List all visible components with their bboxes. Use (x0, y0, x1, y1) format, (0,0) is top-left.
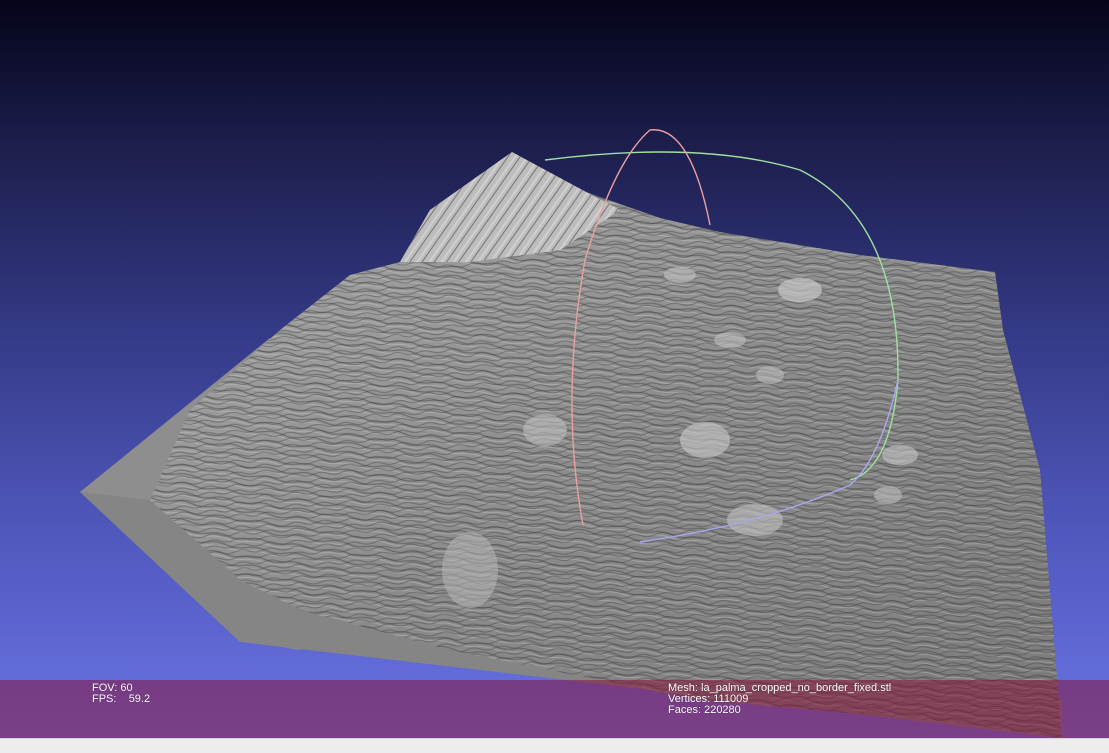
mesh-scene[interactable] (0, 0, 1109, 738)
mesh-stats: Mesh: la_palma_cropped_no_border_fixed.s… (668, 683, 891, 716)
render-stats: FOV: 60 FPS: 59.2 (92, 683, 150, 705)
faces-label: Faces: (668, 704, 702, 716)
fps-label: FPS: (92, 693, 117, 705)
3d-viewport[interactable]: FOV: 60 FPS: 59.2 Mesh: la_palma_cropped… (0, 0, 1109, 738)
faces-value: 220280 (704, 704, 741, 716)
status-bar (0, 738, 1109, 753)
info-overlay-bar (0, 680, 1109, 738)
fps-value: 59.2 (128, 693, 151, 705)
